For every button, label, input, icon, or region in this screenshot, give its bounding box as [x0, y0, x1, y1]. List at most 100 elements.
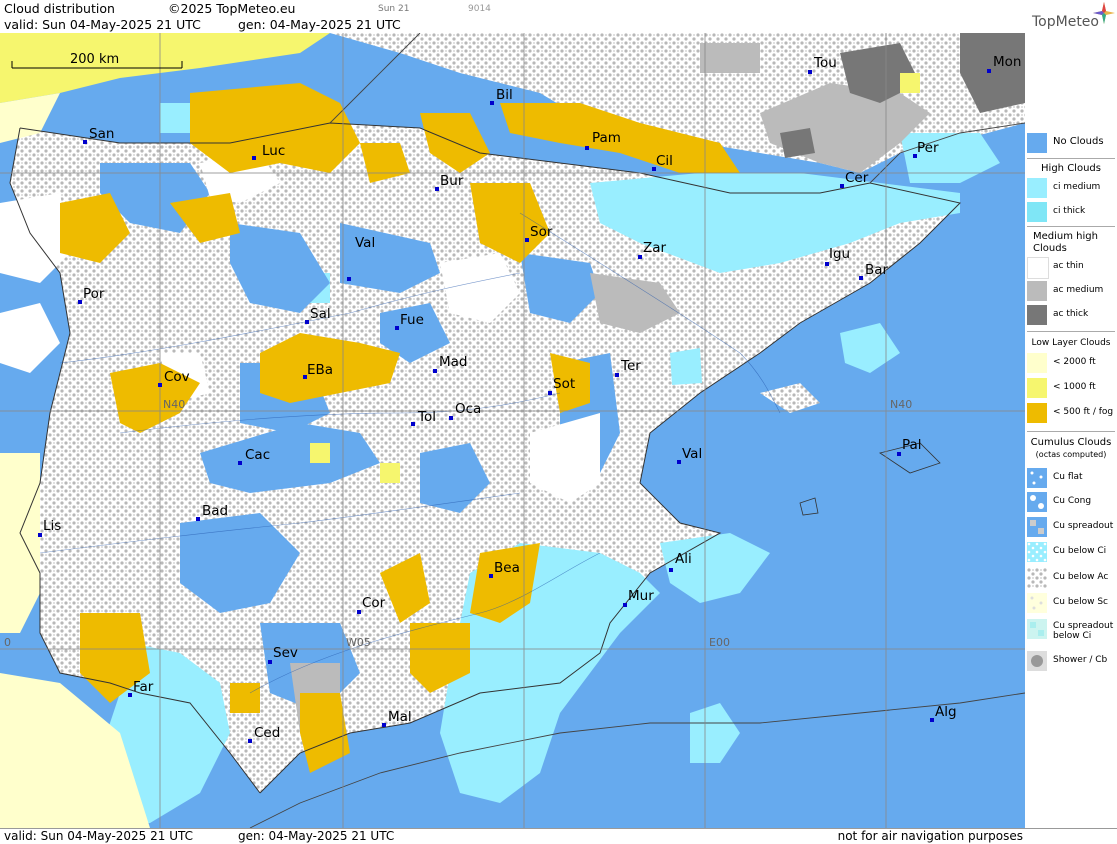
- city-label[interactable]: Pal: [902, 437, 922, 453]
- city-label[interactable]: Bea: [494, 560, 520, 576]
- city-label[interactable]: Oca: [455, 401, 481, 417]
- legend-swatch: [1027, 133, 1047, 153]
- city-label[interactable]: Fue: [400, 312, 424, 328]
- valid-time: valid: Sun 04-May-2025 21 UTC: [4, 17, 201, 32]
- legend-label: ci medium: [1053, 182, 1101, 192]
- city-label[interactable]: Sot: [553, 376, 575, 392]
- city-label[interactable]: Igu: [829, 246, 850, 262]
- city-label[interactable]: Zar: [643, 240, 666, 256]
- footer-disclaimer: not for air navigation purposes: [837, 829, 1023, 843]
- city-label[interactable]: Sor: [530, 224, 552, 240]
- city-label[interactable]: Lis: [43, 518, 61, 534]
- legend-label: Cu below Ci: [1053, 546, 1107, 556]
- legend-cu-below-sc: Cu below Sc: [1025, 593, 1117, 615]
- city-label[interactable]: Ced: [254, 725, 280, 741]
- city-label[interactable]: Ter: [621, 358, 641, 374]
- legend-swatch: [1027, 517, 1047, 537]
- legend-cu-spreadout: Cu spreadout: [1025, 517, 1117, 539]
- legend-ac-medium: ac medium: [1025, 281, 1117, 303]
- city-label[interactable]: Tou: [814, 55, 837, 71]
- grid-label-e00: E00: [709, 636, 730, 649]
- footer: valid: Sun 04-May-2025 21 UTC gen: 04-Ma…: [0, 828, 1117, 844]
- legend-subheading-cumulus: (octas computed): [1035, 450, 1107, 459]
- city-label[interactable]: Bar: [865, 262, 888, 278]
- grid-label-partial: 0: [4, 636, 11, 649]
- legend-swatch: [1027, 568, 1047, 588]
- legend-swatch: [1027, 542, 1047, 562]
- city-label[interactable]: Far: [133, 679, 153, 695]
- city-label[interactable]: Bur: [440, 173, 463, 189]
- legend-heading-high: High Clouds: [1041, 163, 1101, 174]
- city-label[interactable]: Mal: [388, 709, 412, 725]
- legend-label: Cu below Ac: [1053, 572, 1109, 582]
- legend: No Clouds High Clouds ci medium ci thick…: [1025, 33, 1117, 828]
- city-label[interactable]: Bil: [496, 87, 513, 103]
- city-label[interactable]: Mon: [993, 54, 1021, 70]
- city-label[interactable]: Mur: [628, 588, 654, 604]
- city-label[interactable]: San: [89, 126, 114, 142]
- legend-swatch: [1027, 468, 1047, 488]
- city-label[interactable]: Bad: [202, 503, 228, 519]
- map-title: Cloud distribution: [4, 1, 115, 16]
- legend-label: Cu below Sc: [1053, 597, 1108, 607]
- city-label[interactable]: Pam: [592, 130, 621, 146]
- city-label[interactable]: Sal: [310, 306, 331, 322]
- legend-low-1000: < 1000 ft: [1025, 378, 1117, 400]
- legend-shower-cb: Shower / Cb: [1025, 651, 1117, 673]
- run-time: Sun 21: [378, 4, 410, 14]
- legend-label: ac thick: [1053, 309, 1089, 319]
- city-label[interactable]: Sev: [273, 645, 298, 661]
- legend-low-2000: < 2000 ft: [1025, 353, 1117, 375]
- legend-swatch: [1027, 281, 1047, 301]
- city-label[interactable]: Cac: [245, 447, 270, 463]
- legend-label: < 500 ft / fog: [1053, 407, 1114, 417]
- legend-ac-thick: ac thick: [1025, 305, 1117, 327]
- legend-swatch: [1027, 492, 1047, 512]
- footer-generated-time: gen: 04-May-2025 21 UTC: [238, 829, 395, 843]
- legend-swatch: [1027, 305, 1047, 325]
- legend-label: Cu spreadout below Ci: [1053, 621, 1114, 641]
- legend-ci-medium: ci medium: [1025, 178, 1117, 200]
- legend-label: < 2000 ft: [1053, 357, 1096, 367]
- legend-label: Cu flat: [1053, 472, 1083, 482]
- legend-ci-thick: ci thick: [1025, 202, 1117, 224]
- city-label[interactable]: Mad: [439, 354, 468, 370]
- legend-divider: [1027, 331, 1115, 332]
- city-label[interactable]: EBa: [307, 362, 333, 378]
- legend-label: Shower / Cb: [1053, 655, 1108, 665]
- legend-cu-flat: Cu flat: [1025, 468, 1117, 490]
- city-label[interactable]: Tol: [418, 409, 436, 425]
- city-label[interactable]: Luc: [262, 143, 285, 159]
- city-label[interactable]: Val: [355, 235, 375, 251]
- city-label[interactable]: Per: [917, 140, 939, 156]
- city-label[interactable]: Val: [682, 446, 702, 462]
- legend-cu-spreadout-below-ci: Cu spreadout below Ci: [1025, 619, 1117, 647]
- legend-heading-medium: Medium high Clouds: [1033, 231, 1098, 254]
- footer-valid-time: valid: Sun 04-May-2025 21 UTC: [4, 829, 193, 843]
- city-label[interactable]: Cil: [656, 153, 673, 169]
- legend-swatch: [1027, 257, 1049, 279]
- legend-swatch: [1027, 178, 1047, 198]
- legend-swatch: [1027, 202, 1047, 222]
- legend-label: No Clouds: [1053, 136, 1104, 147]
- legend-cu-below-ci: Cu below Ci: [1025, 542, 1117, 564]
- generated-time: gen: 04-May-2025 21 UTC: [238, 17, 401, 32]
- city-label[interactable]: Por: [83, 286, 104, 302]
- cloud-map[interactable]: 200 km N40 N40 W05 E00 0 Tou Mon Bil San…: [0, 33, 1026, 828]
- map-canvas[interactable]: [0, 33, 1025, 828]
- city-label[interactable]: Cer: [845, 170, 868, 186]
- legend-swatch: [1027, 593, 1047, 613]
- legend-label: < 1000 ft: [1053, 382, 1096, 392]
- city-label[interactable]: Cor: [362, 595, 385, 611]
- city-label[interactable]: Ali: [675, 551, 692, 567]
- city-label[interactable]: Cov: [164, 369, 190, 385]
- topmeteo-logo[interactable]: TopMeteo: [1032, 14, 1099, 30]
- grid-label-w05: W05: [346, 636, 371, 649]
- legend-heading-cumulus: Cumulus Clouds: [1030, 437, 1112, 448]
- legend-heading-low: Low Layer Clouds: [1031, 338, 1111, 348]
- copyright: ©2025 TopMeteo.eu: [168, 1, 296, 16]
- grid-label-n40-west: N40: [163, 398, 186, 411]
- legend-no-clouds: No Clouds: [1025, 133, 1117, 155]
- city-label[interactable]: Alg: [935, 704, 957, 720]
- scale-bar-label: 200 km: [70, 52, 120, 67]
